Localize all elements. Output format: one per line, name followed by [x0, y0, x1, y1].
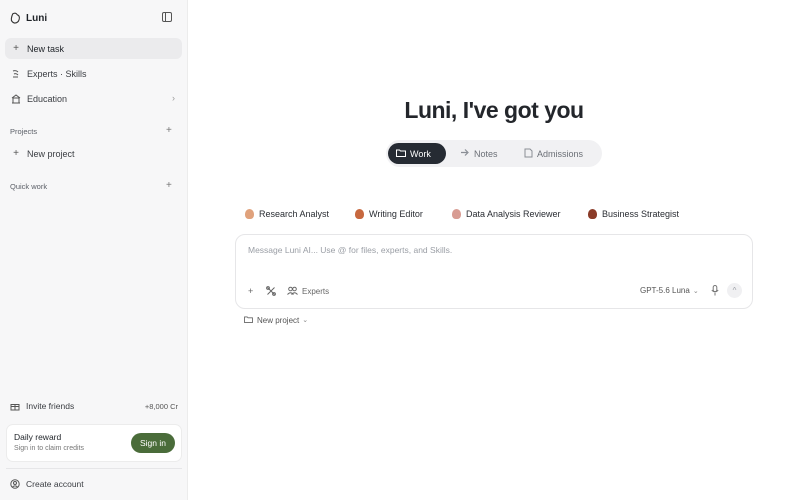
main-area: Luni, I've got you Work Notes Admissions… [188, 0, 800, 500]
sidebar: Luni + New task Experts · Skills Educati… [0, 0, 188, 500]
sidebar-item-education[interactable]: Education › [5, 88, 182, 109]
project-select[interactable]: New project ⌄ [244, 314, 308, 326]
expert-chip-label: Data Analysis Reviewer [466, 209, 561, 219]
model-select[interactable]: GPT-5.6 Luna ⌄ [640, 286, 699, 295]
folder-icon [396, 149, 406, 159]
reward-title: Daily reward [14, 432, 62, 442]
experts-button-label: Experts [302, 286, 330, 296]
luni-logo-icon [10, 12, 20, 24]
experts-icon [11, 69, 21, 79]
add-project-icon[interactable]: + [166, 126, 172, 136]
expert-chip-label: Writing Editor [369, 209, 423, 219]
invite-friends-button[interactable]: Invite friends +8,000 Cr [10, 399, 178, 413]
send-button[interactable]: ^ [727, 283, 742, 298]
tools-icon[interactable] [266, 285, 276, 297]
app-name: Luni [26, 12, 48, 24]
admissions-icon [524, 148, 533, 160]
brand[interactable]: Luni [10, 10, 47, 26]
expert-avatar-icon [588, 209, 597, 219]
user-circle-icon [10, 479, 20, 489]
sidebar-toggle-icon[interactable] [162, 12, 172, 22]
tab-notes[interactable]: Notes [452, 143, 506, 164]
new-task-label: New task [27, 43, 65, 54]
expert-chip[interactable]: Data Analysis Reviewer [452, 205, 561, 223]
folder-icon [244, 315, 253, 325]
expert-chip-label: Business Strategist [602, 209, 680, 219]
projects-section-label: Projects [10, 127, 38, 136]
mode-tabs: Work Notes Admissions [386, 140, 602, 167]
message-composer: + Experts GPT-5.6 Luna ⌄ ^ [235, 234, 753, 309]
expert-avatar-icon [452, 209, 461, 219]
expert-avatar-icon [355, 209, 364, 219]
hero-title: Luni, I've got you [404, 97, 584, 123]
chevron-right-icon: › [172, 93, 175, 103]
plus-icon: + [13, 148, 19, 159]
create-account-button[interactable]: Create account [10, 477, 84, 491]
expert-chip-label: Research Analyst [259, 209, 330, 219]
sign-in-button[interactable]: Sign in [131, 433, 175, 453]
chevron-down-icon: ⌄ [302, 317, 309, 324]
sidebar-divider [6, 468, 182, 469]
chevron-down-icon: ⌄ [692, 287, 699, 295]
attach-plus-icon[interactable]: + [248, 285, 253, 297]
tab-admissions-label: Admissions [537, 148, 584, 159]
project-select-label: New project [257, 315, 300, 325]
message-input[interactable] [248, 245, 728, 255]
expert-chip[interactable]: Business Strategist [588, 205, 679, 223]
arrow-up-icon: ^ [732, 286, 737, 295]
new-project-label: New project [27, 148, 75, 159]
model-select-label: GPT-5.6 Luna [640, 286, 690, 295]
new-task-button[interactable]: + New task [5, 38, 182, 59]
tab-admissions[interactable]: Admissions [516, 143, 591, 164]
new-project-button[interactable]: + New project [5, 143, 182, 164]
sidebar-item-experts[interactable]: Experts · Skills [5, 63, 182, 84]
invite-credits: +8,000 Cr [144, 401, 178, 411]
users-icon [287, 286, 298, 297]
tab-notes-label: Notes [474, 148, 498, 159]
expert-chip[interactable]: Research Analyst [245, 205, 329, 223]
experts-button[interactable]: Experts [287, 285, 329, 297]
create-account-label: Create account [26, 479, 84, 489]
experts-label: Experts · Skills [27, 68, 87, 79]
gift-icon [10, 401, 20, 411]
plus-icon: + [13, 43, 19, 54]
invite-label: Invite friends [26, 401, 75, 411]
education-label: Education [27, 93, 68, 104]
add-quick-work-icon[interactable]: + [166, 181, 172, 191]
expert-chip[interactable]: Writing Editor [355, 205, 423, 223]
quick-work-section-label: Quick work [10, 182, 48, 191]
notes-icon [460, 148, 470, 159]
tab-work[interactable]: Work [388, 143, 446, 164]
tab-work-label: Work [410, 148, 431, 159]
reward-subtitle: Sign in to claim credits [14, 445, 85, 452]
education-icon [11, 93, 21, 104]
expert-avatar-icon [245, 209, 254, 219]
microphone-icon[interactable] [711, 285, 719, 296]
daily-reward-card: Daily reward Sign in to claim credits Si… [6, 424, 182, 462]
